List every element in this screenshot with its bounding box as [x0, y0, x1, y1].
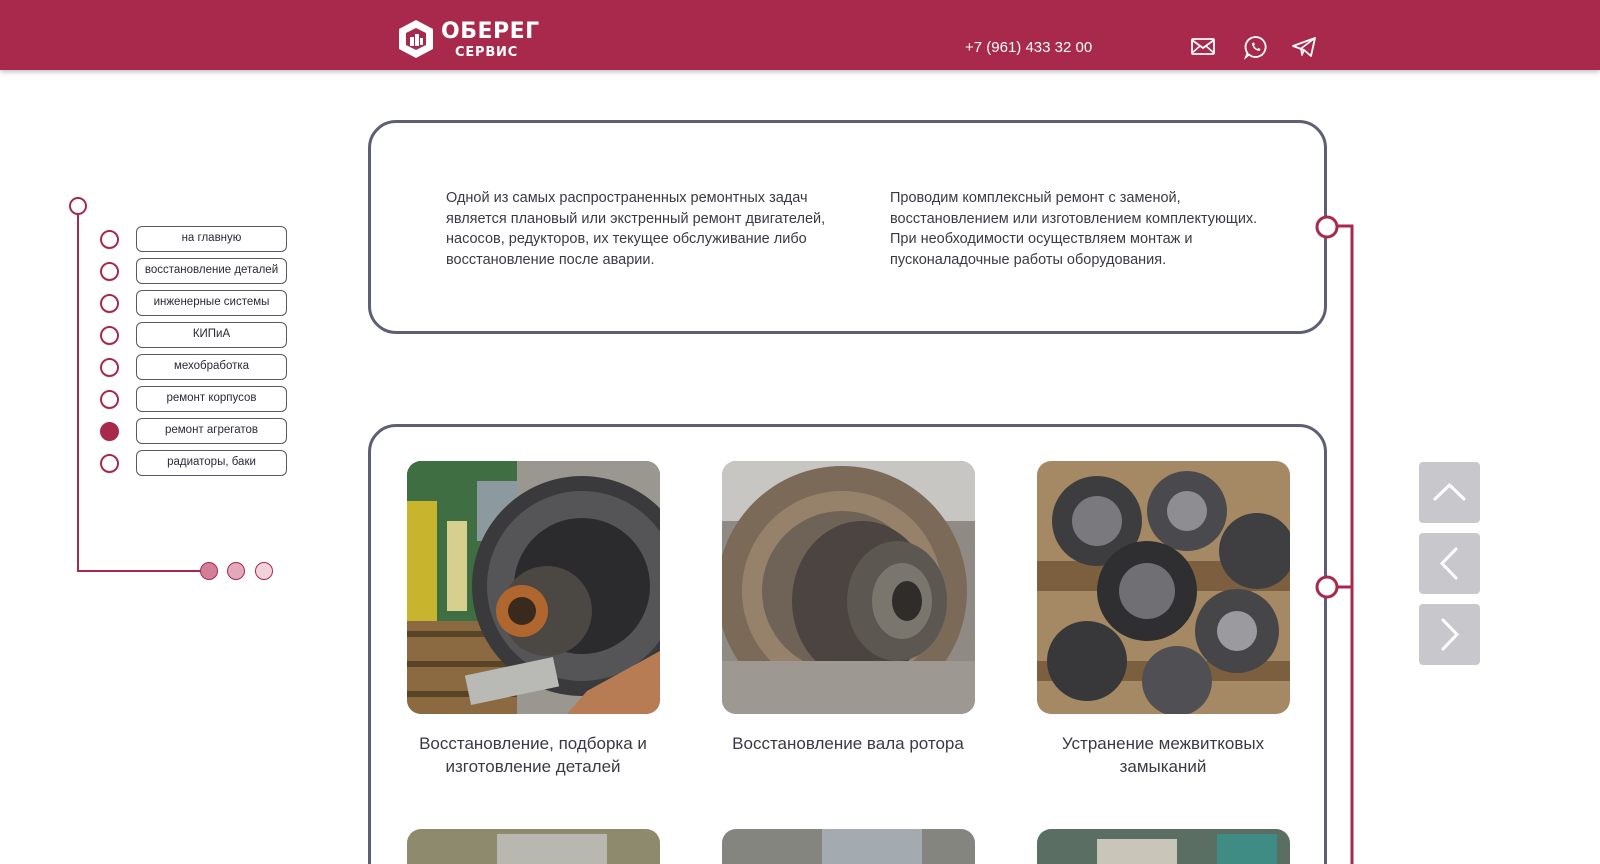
next-button[interactable] [1419, 604, 1480, 665]
chevron-right-icon [1441, 618, 1460, 651]
nav-button-unit-repair[interactable]: ремонт агрегатов [136, 418, 287, 444]
chevron-up-icon [1433, 482, 1466, 501]
nav-button-radiators[interactable]: радиаторы, баки [136, 450, 287, 476]
nav-radio[interactable] [100, 454, 119, 473]
mail-icon[interactable] [1189, 34, 1217, 60]
photo-row2-3[interactable] [1037, 829, 1290, 864]
previous-button[interactable] [1419, 533, 1480, 594]
alternators-image [1037, 461, 1290, 714]
pager-dot[interactable] [227, 562, 245, 580]
nav-button-housing-repair[interactable]: ремонт корпусов [136, 386, 287, 412]
chevron-left-icon [1439, 547, 1458, 580]
caption-rotor-shaft: Восстановление вала ротора [732, 734, 964, 753]
phone-number[interactable]: +7 (961) 433 32 00 [965, 39, 1092, 56]
photo-row2-2[interactable] [722, 829, 975, 864]
timeline-node [1315, 215, 1339, 239]
info-text-right: Проводим комплексный ремонт с заменой, в… [890, 190, 1258, 268]
nav-item-unit-repair[interactable]: ремонт агрегатов [100, 418, 290, 444]
ring-gear-image [722, 461, 975, 714]
pumps-image [1037, 829, 1290, 864]
nav-button-engineering-systems[interactable]: инженерные системы [136, 290, 287, 316]
caption-short-circuit-repair: Устранение межвитковых замыканий [1061, 734, 1265, 776]
caption-parts-restoration: Восстановление, подборка и изготовление … [419, 734, 647, 776]
pager-dot[interactable] [255, 562, 273, 580]
nav-button-home[interactable]: на главную [136, 226, 287, 252]
timeline-node [1315, 575, 1339, 599]
nav-item-machining[interactable]: мехобработка [100, 354, 290, 380]
photo-parts-restoration[interactable] [407, 461, 660, 714]
telegram-icon[interactable] [1290, 34, 1318, 60]
brand-logo[interactable]: ОБЕРЕГ СЕРВИС [397, 17, 540, 63]
machine-image [407, 829, 660, 864]
nav-item-home[interactable]: на главную [100, 226, 290, 252]
nav-item-instrumentation[interactable]: КИПиА [100, 322, 290, 348]
brand-name: ОБЕРЕГ [441, 19, 540, 44]
nav-radio[interactable] [100, 230, 119, 249]
info-text-left: Одной из самых распространенных ремонтны… [446, 190, 826, 268]
nav-item-parts-restoration[interactable]: восстановление деталей [100, 258, 290, 284]
nav-button-parts-restoration[interactable]: восстановление деталей [136, 258, 287, 284]
pager-dot-active[interactable] [200, 562, 218, 580]
nav-item-housing-repair[interactable]: ремонт корпусов [100, 386, 290, 412]
nav-button-machining[interactable]: мехобработка [136, 354, 287, 380]
nav-radio[interactable] [100, 294, 119, 313]
nav-radio[interactable] [100, 390, 119, 409]
brand-subtitle: СЕРВИС [455, 45, 519, 60]
whatsapp-icon[interactable] [1242, 34, 1270, 60]
nav-radio[interactable] [100, 358, 119, 377]
nav-radio-active[interactable] [100, 422, 119, 441]
site-header: ОБЕРЕГ СЕРВИС +7 (961) 433 32 00 [0, 0, 1600, 70]
shield-logo-icon [399, 20, 433, 58]
photo-row2-1[interactable] [407, 829, 660, 864]
nav-radio[interactable] [100, 262, 119, 281]
photo-short-circuit-repair[interactable] [1037, 461, 1290, 714]
nav-item-radiators[interactable]: радиаторы, баки [100, 450, 290, 476]
gear-image [722, 829, 975, 864]
nav-item-engineering-systems[interactable]: инженерные системы [100, 290, 290, 316]
scroll-up-button[interactable] [1419, 462, 1480, 523]
nav-button-instrumentation[interactable]: КИПиА [136, 322, 287, 348]
photo-rotor-shaft[interactable] [722, 461, 975, 714]
gear-machine-image [407, 461, 660, 714]
nav-radio[interactable] [100, 326, 119, 345]
